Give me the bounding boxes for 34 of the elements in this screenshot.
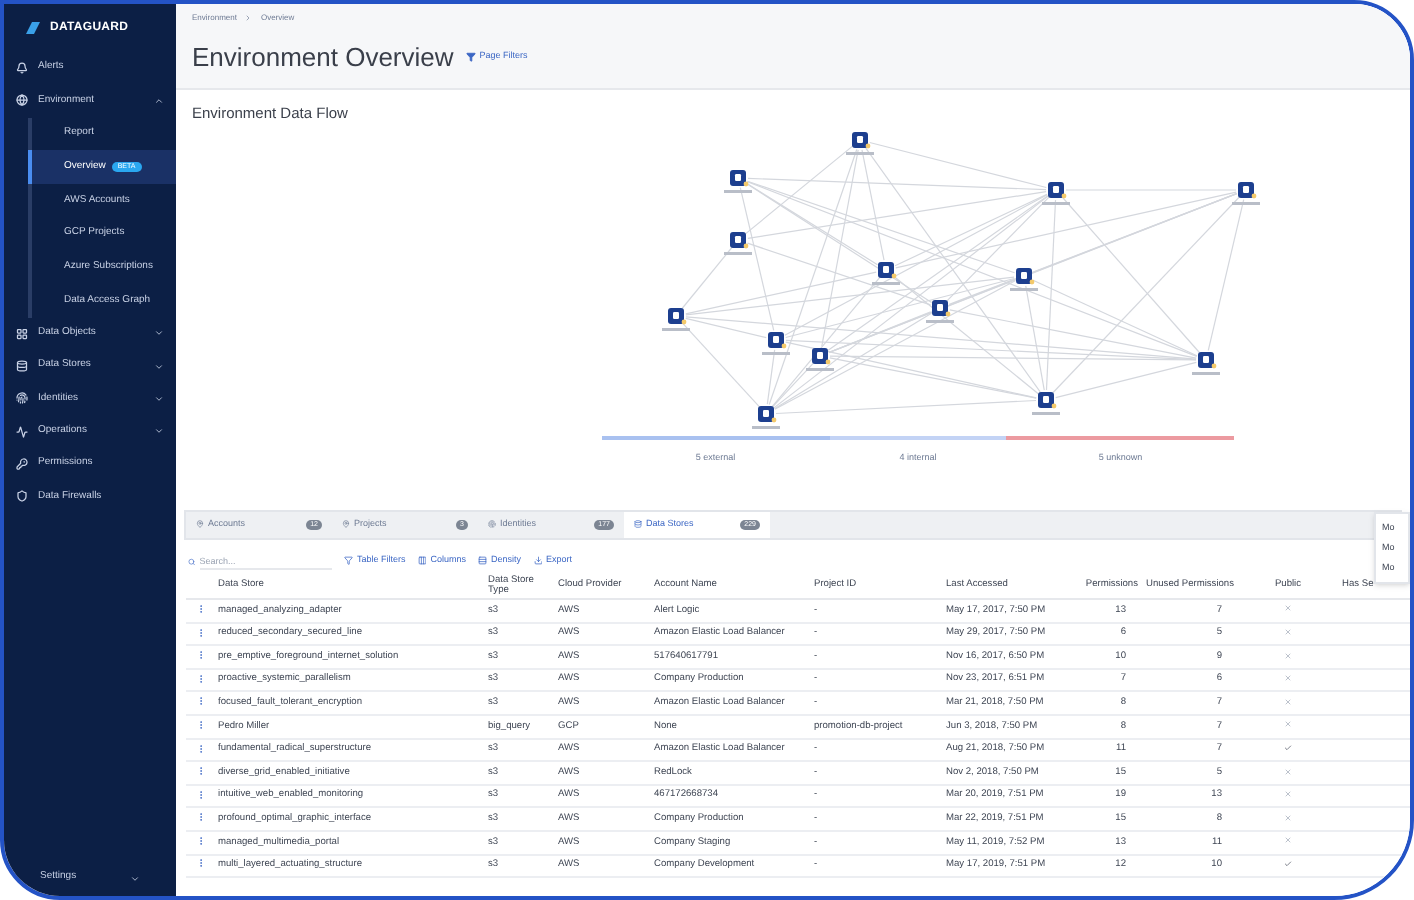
- page-title: Environment Overview: [192, 40, 454, 76]
- graph-node-icon[interactable]: [1010, 267, 1038, 291]
- toolbar-icon: [417, 556, 427, 566]
- graph-node-icon[interactable]: [724, 169, 752, 193]
- graph-node-icon[interactable]: [846, 131, 874, 155]
- toolbar-icon: [478, 556, 488, 566]
- key-icon: [16, 458, 28, 471]
- database-icon: [16, 360, 28, 373]
- filter-icon: [465, 52, 476, 63]
- graph-node-icon[interactable]: [806, 347, 834, 371]
- fingerprint-icon: [16, 392, 28, 405]
- graph-node-icon[interactable]: [872, 261, 900, 285]
- graph-node-icon[interactable]: [752, 405, 780, 429]
- tab-icon: [196, 520, 204, 528]
- shield-icon: [16, 490, 28, 503]
- graph-node-icon[interactable]: [926, 299, 954, 323]
- graph-node-icon[interactable]: [724, 231, 752, 255]
- toolbar-icon: [533, 556, 543, 566]
- graph-node-icon[interactable]: [1032, 391, 1060, 415]
- graph-node-icon[interactable]: [1042, 181, 1070, 205]
- pulse-icon: [16, 425, 28, 438]
- tab-icon: [634, 520, 642, 528]
- graph-node-icon[interactable]: [1192, 351, 1220, 375]
- graph-node-icon[interactable]: [662, 307, 690, 331]
- tab-icon: [342, 520, 350, 528]
- search-icon: [188, 557, 196, 565]
- graph-node-icon[interactable]: [1232, 181, 1260, 205]
- globe-icon: [16, 94, 28, 107]
- graph-node-icon[interactable]: [762, 331, 790, 355]
- bell-icon: [16, 62, 28, 75]
- logo-icon: [24, 20, 42, 36]
- tab-icon: [488, 520, 496, 528]
- grid-icon: [16, 327, 28, 340]
- toolbar-icon: [344, 556, 353, 566]
